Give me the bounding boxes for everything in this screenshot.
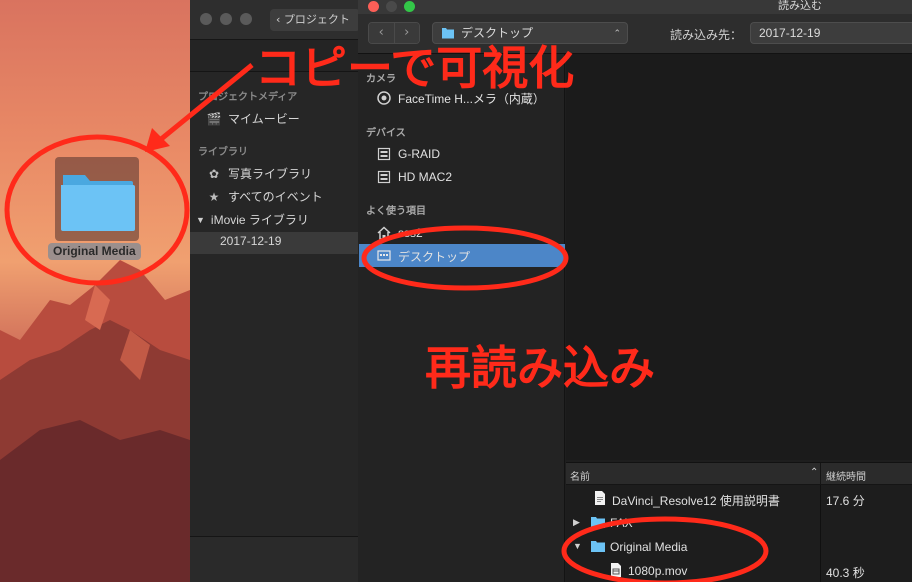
folder-icon (591, 517, 605, 528)
chevron-left-icon: ‹ (276, 13, 284, 26)
folder-label[interactable]: Original Media (48, 243, 141, 260)
photos-icon: ✿ (208, 166, 220, 181)
sidebar-item-hd-mac2[interactable]: HD MAC2 (376, 167, 564, 187)
sidebar-item-label: 写真ライブラリ (228, 167, 313, 181)
disclosure-triangle-icon[interactable]: ▼ (573, 541, 582, 551)
file-row[interactable]: 1080p.mov 40.3 秒 (566, 559, 912, 582)
sidebar-item-label: sss2 (398, 226, 423, 240)
close-button[interactable] (200, 13, 212, 25)
column-header-name[interactable]: 名前 (570, 468, 590, 483)
file-row[interactable]: ▼ Original Media (566, 535, 912, 559)
desktop: Original Media (0, 0, 190, 582)
sidebar-item-g-raid[interactable]: G-RAID (376, 144, 564, 164)
projects-back-label: プロジェクト (283, 13, 350, 26)
minimize-button[interactable] (386, 1, 397, 12)
document-icon (595, 491, 605, 505)
annotation-reload-text: 再読み込み (425, 341, 655, 395)
file-name: DaVinci_Resolve12 使用説明書 (612, 494, 780, 508)
import-to-popup[interactable]: 2017-12-19 (750, 22, 912, 44)
file-name: Original Media (610, 540, 688, 554)
sidebar-item-my-movie[interactable]: 🎬 マイムービー (206, 110, 300, 127)
sidebar-item-label: すべてのイベント (228, 190, 323, 204)
sidebar-item-label: デスクトップ (398, 249, 471, 264)
import-to-label: 読み込み先： (670, 28, 743, 42)
section-heading-libraries: ライブラリ (198, 147, 248, 158)
disclosure-triangle-icon: ▼ (196, 214, 205, 225)
dialog-titlebar: 読み込む (358, 0, 912, 14)
movie-file-icon (611, 563, 621, 577)
folder-icon (61, 175, 135, 231)
section-heading-devices: デバイス (366, 128, 406, 139)
sidebar-item-photos-library[interactable]: ✿ 写真ライブラリ (206, 165, 312, 182)
sidebar-item-all-events[interactable]: ★ すべてのイベント (206, 188, 323, 205)
preview-area (566, 54, 912, 460)
file-row[interactable]: DaVinci_Resolve12 使用説明書 17.6 分 (566, 487, 912, 511)
sidebar-item-imovie-library[interactable]: ▼ iMovie ライブラリ (196, 211, 309, 228)
sidebar-item-label: iMovie ライブラリ (210, 213, 309, 227)
section-heading-favorites: よく使う項目 (366, 206, 426, 217)
file-name: FAX (610, 516, 633, 530)
file-name: 1080p.mov (628, 564, 688, 578)
close-button[interactable] (368, 1, 379, 12)
file-list-header: 名前 ⌃ 継続時間 (566, 463, 912, 485)
dialog-sidebar: カメラ FaceTime H...メラ（内蔵） デバイス G-RAID HD M… (358, 54, 565, 582)
sidebar-item-label: G-RAID (398, 147, 440, 161)
file-duration: 17.6 分 (826, 494, 865, 508)
dialog-title: 読み込む (778, 0, 822, 12)
zoom-button[interactable] (404, 1, 415, 12)
file-list: 名前 ⌃ 継続時間 DaVinci_Resolve12 使用説明書 17.6 分… (566, 462, 912, 582)
file-duration: 40.3 秒 (826, 566, 865, 580)
clapper-icon: 🎬 (206, 111, 222, 126)
sidebar-item-label: マイムービー (228, 112, 300, 126)
file-row[interactable]: ▶ FAX (566, 511, 912, 535)
disclosure-triangle-icon[interactable]: ▶ (573, 517, 580, 528)
desktop-wallpaper (0, 260, 190, 582)
zoom-button[interactable] (240, 13, 252, 25)
imovie-bottom-bar (190, 536, 360, 582)
imovie-titlebar: ‹ プロジェクト (190, 0, 360, 40)
sidebar-item-desktop[interactable]: デスクトップ (376, 246, 564, 266)
drive-icon (376, 169, 392, 185)
annotation-copy-text: コピーで可視化 (255, 41, 575, 95)
original-media-folder[interactable] (55, 157, 139, 241)
sidebar-item-label: 2017-12-19 (220, 234, 282, 248)
drive-icon (376, 146, 392, 162)
sidebar-item-sss2[interactable]: sss2 (376, 223, 564, 243)
import-to-value: 2017-12-19 (759, 26, 821, 40)
folder-icon (591, 541, 605, 552)
star-icon: ★ (208, 189, 220, 204)
home-icon (376, 225, 392, 241)
desktop-icon (376, 248, 392, 264)
popup-arrows-icon: ⌃ (613, 28, 621, 38)
sidebar-item-label: HD MAC2 (398, 170, 453, 184)
projects-back-button[interactable]: ‹ プロジェクト (270, 9, 360, 31)
sort-chevron-up-icon: ⌃ (810, 467, 819, 478)
minimize-button[interactable] (220, 13, 232, 25)
column-header-duration[interactable]: 継続時間 (826, 468, 866, 483)
sidebar-item-event[interactable]: 2017-12-19 (220, 234, 281, 248)
